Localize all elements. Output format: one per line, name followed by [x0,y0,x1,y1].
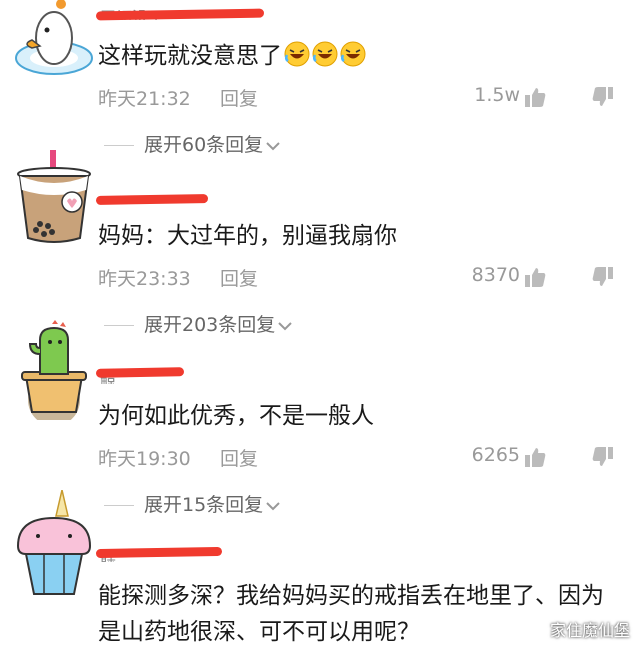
thumbs-down-icon[interactable] [592,86,614,108]
expand-replies-button[interactable]: 展开15条回复 [104,490,281,517]
divider [104,505,134,506]
chevron-down-icon [266,141,280,150]
reply-button[interactable]: 回复 [220,84,258,111]
chevron-down-icon [278,321,292,330]
laughing-emoji-icon [284,41,310,67]
laughing-emoji-icon [312,41,338,67]
comment-meta: 昨天21:32 回复 1.5w [98,84,616,110]
like-count: 6265 [471,444,520,466]
username-redaction [95,546,223,559]
reply-button[interactable]: 回复 [220,264,258,291]
username-redaction [95,367,185,378]
avatar-cactus[interactable] [14,320,94,426]
avatar-cupcake[interactable] [14,489,94,595]
cupcake-avatar-icon [16,489,92,595]
divider [104,325,134,326]
thumbs-down-icon[interactable] [592,266,614,288]
timestamp: 昨天21:32 [98,88,191,110]
expand-label: 展开15条回复 [144,494,264,516]
chevron-down-icon [266,501,280,510]
comment-body: 这样玩就没意思了 [98,43,282,69]
expand-label: 展开203条回复 [144,314,276,336]
comment-meta: 昨天19:30 回复 6265 [98,444,616,470]
comment-body: 妈妈：大过年的，别逼我扇你 [98,223,397,249]
duck-avatar-icon [15,0,93,75]
comment-text: 妈妈：大过年的，别逼我扇你 [98,218,618,254]
comment-body: 能探测多深？我给妈妈买的戒指丢在地里了、因为是山药地很深、可不可以用呢？ [98,583,604,645]
thumbs-up-icon[interactable] [524,86,546,108]
reply-button[interactable]: 回复 [220,444,258,471]
comment-text: 为何如此优秀，不是一般人 [98,398,618,434]
cactus-avatar-icon [21,320,87,426]
timestamp: 昨天19:30 [98,448,191,470]
expand-replies-button[interactable]: 展开60条回复 [104,130,281,157]
username-redaction [95,194,209,205]
avatar-duck[interactable] [14,0,94,80]
thumbs-up-icon[interactable] [524,266,546,288]
timestamp: 昨天23:33 [98,268,191,290]
avatar-bubble-tea[interactable] [14,150,94,243]
comment-text: 这样玩就没意思了 [98,38,618,74]
expand-replies-button[interactable]: 展开203条回复 [104,310,293,337]
like-count: 8370 [471,264,520,286]
expand-label: 展开60条回复 [144,134,264,156]
watermark: 家住魔仙堡 [549,621,630,640]
laughing-emoji-icon [340,41,366,67]
like-count: 1.5w [474,84,520,106]
comment-text: 能探测多深？我给妈妈买的戒指丢在地里了、因为是山药地很深、可不可以用呢？ [98,578,618,650]
divider [104,145,134,146]
thumbs-up-icon[interactable] [524,446,546,468]
bubble-tea-avatar-icon [17,150,91,243]
comment-meta: 昨天23:33 回复 8370 [98,264,616,290]
thumbs-down-icon[interactable] [592,446,614,468]
comment-body: 为何如此优秀，不是一般人 [98,403,374,429]
username-redaction [95,8,265,21]
